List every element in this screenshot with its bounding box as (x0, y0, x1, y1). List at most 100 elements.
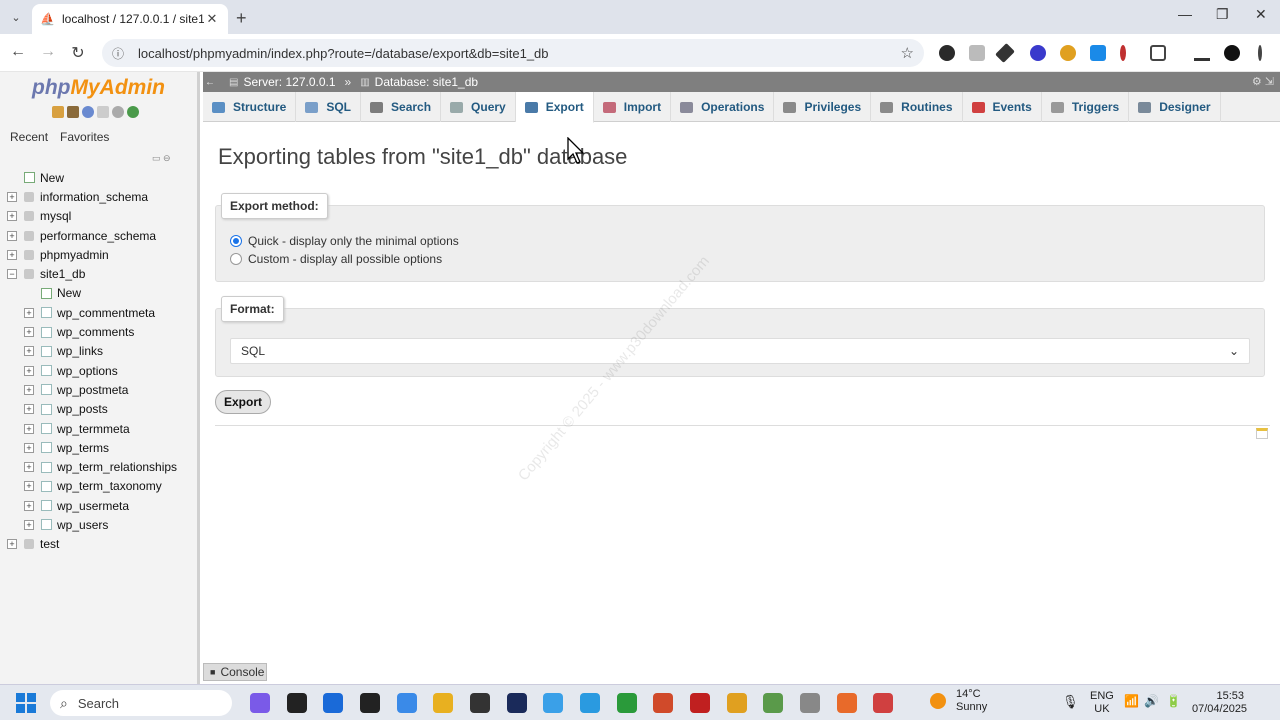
tree-item[interactable]: + wp_term_taxonomy (0, 477, 198, 496)
notepad-icon[interactable] (763, 693, 783, 713)
tree-item[interactable]: + phpmyadmin (0, 245, 198, 264)
weather-widget[interactable]: 14°C Sunny (930, 688, 987, 714)
expand-icon[interactable]: + (24, 481, 34, 492)
settings-icon[interactable] (112, 106, 124, 118)
expand-icon[interactable]: + (24, 384, 34, 395)
phpmyadmin-logo[interactable]: phpMyAdmin (32, 76, 165, 100)
expand-icon[interactable]: + (24, 404, 34, 415)
extension-icon[interactable] (1120, 45, 1126, 61)
browser-tab[interactable]: ⛵ localhost / 127.0.0.1 / site1_db ✕ (32, 4, 228, 34)
restore-icon[interactable]: ❐ (1216, 6, 1229, 23)
home-icon[interactable] (52, 106, 64, 118)
collapse-icon[interactable]: − (7, 269, 17, 280)
expand-icon[interactable]: + (7, 191, 17, 202)
tree-item[interactable]: + wp_commentmeta (0, 303, 198, 322)
download-icon[interactable] (1194, 45, 1210, 61)
site-info-icon[interactable]: ⓘ (112, 45, 126, 62)
tab-routines[interactable]: Routines (871, 92, 963, 122)
tree-item[interactable]: + wp_termmeta (0, 419, 198, 438)
page-settings-icon[interactable] (1256, 428, 1268, 439)
docs-icon[interactable] (97, 106, 109, 118)
custom-radio[interactable] (230, 253, 242, 265)
battery-icon[interactable]: 🔋 (1166, 695, 1181, 708)
expand-icon[interactable]: + (7, 249, 17, 260)
windows-start-icon[interactable] (16, 693, 36, 713)
expand-icon[interactable]: + (24, 423, 34, 434)
console-toggle[interactable]: ■ Console (203, 663, 267, 681)
tree-item[interactable]: + wp_terms (0, 438, 198, 457)
tree-item[interactable]: + wp_options (0, 361, 198, 380)
filezilla-icon[interactable] (690, 693, 710, 713)
app-icon[interactable] (873, 693, 893, 713)
format-select[interactable]: SQL ⌄ (230, 338, 1250, 364)
forward-icon[interactable]: → (38, 43, 58, 61)
tab-export[interactable]: Export (515, 92, 594, 123)
address-bar[interactable]: ⓘ localhost/phpmyadmin/index.php?route=/… (102, 39, 924, 67)
tree-item[interactable]: + information_schema (0, 187, 198, 206)
minimize-icon[interactable]: — (1178, 6, 1192, 22)
tree-item[interactable]: + wp_usermeta (0, 496, 198, 515)
bookmark-star-icon[interactable]: ☆ (901, 44, 914, 62)
expand-icon[interactable]: + (24, 462, 34, 473)
tab-structure[interactable]: Structure (203, 92, 297, 122)
back-icon[interactable]: ← (8, 43, 28, 61)
menu-kebab-icon[interactable] (1258, 45, 1262, 61)
close-window-icon[interactable]: ✕ (1255, 6, 1267, 23)
breadcrumb-server[interactable]: ▤ Server: 127.0.0.1 (229, 75, 336, 89)
tab-privileges[interactable]: Privileges (774, 92, 872, 122)
expand-icon[interactable]: + (7, 211, 17, 222)
tab-designer[interactable]: Designer (1129, 92, 1221, 122)
favorites-tab[interactable]: Favorites (56, 128, 113, 146)
tab-search[interactable]: Search (361, 92, 442, 122)
telegram-icon[interactable] (580, 693, 600, 713)
powerpoint-icon[interactable] (653, 693, 673, 713)
extension-icon[interactable] (1030, 45, 1046, 61)
tab-search-icon[interactable]: ⌄ (6, 7, 26, 27)
photoshop-icon[interactable] (507, 693, 527, 713)
microphone-icon[interactable]: 🎙 (1062, 695, 1079, 708)
language-indicator[interactable]: ENG UK (1090, 690, 1114, 716)
expand-icon[interactable]: + (24, 346, 34, 357)
refresh-icon[interactable] (127, 106, 139, 118)
collapse-all-icon[interactable]: ▭ ⊖ (152, 153, 171, 164)
tree-item[interactable]: New (0, 284, 198, 303)
profile-avatar[interactable] (1224, 45, 1240, 61)
github-desktop-icon[interactable] (470, 693, 490, 713)
export-button[interactable]: Export (215, 390, 271, 414)
volume-icon[interactable]: 🔊 (1144, 695, 1159, 708)
tree-item[interactable]: + performance_schema (0, 226, 198, 245)
chrome-icon[interactable] (727, 693, 747, 713)
recent-tab[interactable]: Recent (6, 128, 52, 146)
eyedropper-icon[interactable] (995, 43, 1015, 63)
settings-close-icons[interactable]: ⚙ ⇲ (1252, 75, 1274, 88)
app-icon[interactable] (800, 693, 820, 713)
extension-icon[interactable] (1090, 45, 1106, 61)
file-explorer-icon[interactable] (433, 693, 453, 713)
expand-icon[interactable]: + (24, 307, 34, 318)
breadcrumb-database[interactable]: ▥ Database: site1_db (360, 75, 478, 89)
tab-import[interactable]: Import (594, 92, 672, 122)
xampp-icon[interactable] (837, 693, 857, 713)
custom-export-option[interactable]: Custom - display all possible options (230, 252, 442, 266)
extension-icon[interactable] (543, 693, 563, 713)
expand-icon[interactable]: + (24, 442, 34, 453)
tree-item[interactable]: + mysql (0, 207, 198, 226)
tab-operations[interactable]: Operations (671, 92, 775, 122)
wifi-icon[interactable]: 📶 (1124, 695, 1139, 708)
new-tab-icon[interactable]: + (236, 8, 247, 29)
tree-item[interactable]: + wp_posts (0, 400, 198, 419)
snipping-icon[interactable] (397, 693, 417, 713)
extension-icon[interactable] (939, 45, 955, 61)
obs-icon[interactable] (287, 693, 307, 713)
expand-icon[interactable]: + (24, 327, 34, 338)
reload-icon[interactable]: ↻ (68, 43, 88, 63)
tree-item[interactable]: + wp_users (0, 515, 198, 534)
tree-item[interactable]: − site1_db (0, 264, 198, 283)
tree-item[interactable]: + wp_comments (0, 322, 198, 341)
tab-sql[interactable]: SQL (296, 92, 362, 122)
tree-item[interactable]: + test (0, 535, 198, 554)
tab-events[interactable]: Events (963, 92, 1042, 122)
camtasia-icon[interactable] (617, 693, 637, 713)
expand-icon[interactable]: + (24, 519, 34, 530)
tab-triggers[interactable]: Triggers (1042, 92, 1130, 122)
